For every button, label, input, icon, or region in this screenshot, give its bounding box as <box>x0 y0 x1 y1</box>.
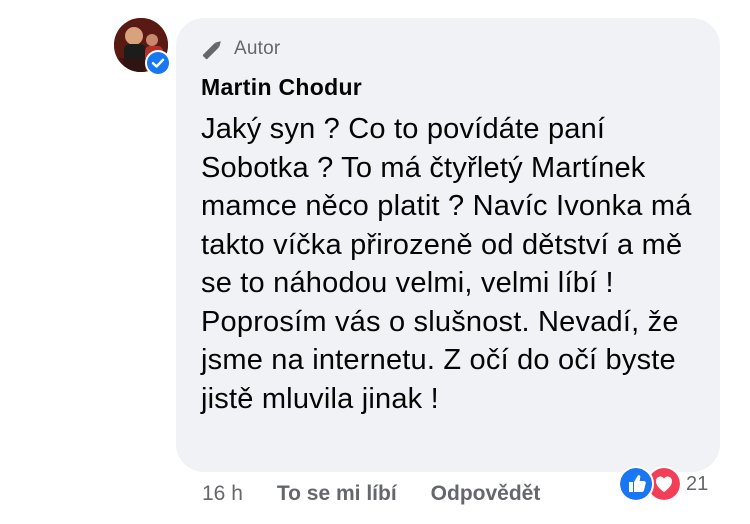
verified-check-icon <box>145 50 171 76</box>
reaction-summary[interactable]: 21 <box>618 466 708 502</box>
reaction-count: 21 <box>686 472 709 495</box>
comment-bubble: Autor Martin Chodur Jaký syn ? Co to pov… <box>176 18 720 472</box>
like-icon <box>618 466 654 502</box>
pencil-icon <box>202 41 221 60</box>
comment-timestamp[interactable]: 16 h <box>202 482 243 506</box>
comment-thread: Autor Martin Chodur Jaký syn ? Co to pov… <box>0 0 750 524</box>
like-button[interactable]: To se mi líbí <box>277 482 397 506</box>
author-badge-row: Autor <box>200 38 280 60</box>
comment-actions: 16 h To se mi líbí Odpovědět <box>202 482 540 506</box>
comment-text: Jaký syn ? Co to povídáte paní Sobotka ?… <box>201 113 692 415</box>
reply-button[interactable]: Odpovědět <box>431 482 541 506</box>
author-badge: Autor <box>234 38 281 59</box>
author-name[interactable]: Martin Chodur <box>201 74 362 101</box>
